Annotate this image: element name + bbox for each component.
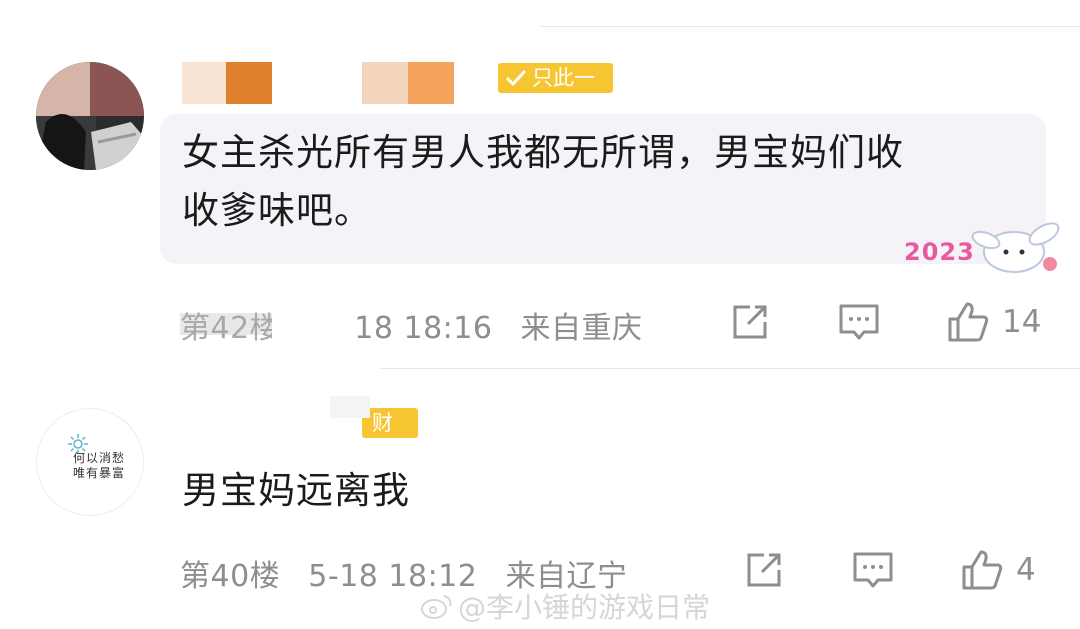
- username-mosaic: [330, 396, 370, 418]
- comment-meta: 第42楼 18 18:16 来自重庆: [180, 303, 643, 347]
- avatar[interactable]: 何以消愁 唯有暴富: [36, 408, 144, 516]
- like-button[interactable]: 14: [946, 300, 1041, 344]
- timestamp: 18 18:16: [354, 311, 493, 346]
- like-icon: [948, 302, 989, 342]
- username-mosaic[interactable]: [182, 62, 454, 104]
- floor-number: 第42楼: [180, 311, 281, 346]
- share-icon: [733, 305, 767, 339]
- like-count: 14: [1002, 304, 1042, 340]
- watermark: @李小锤的游戏日常: [420, 586, 710, 626]
- date-mosaic: [272, 300, 342, 346]
- top-divider: [540, 26, 1080, 27]
- badge-label: 只此一人: [532, 66, 595, 120]
- avatar-text-line: 唯有暴富: [73, 466, 126, 480]
- fan-badge[interactable]: 财迷: [362, 408, 418, 465]
- avatar-image: [36, 62, 144, 170]
- bunny-icon: [971, 222, 1060, 273]
- comment-text-line: 收爹味吧。: [182, 189, 372, 232]
- share-button[interactable]: [730, 302, 770, 342]
- comment-text: 男宝妈远离我: [182, 469, 410, 512]
- sticker-2023: 2023: [900, 214, 1065, 276]
- like-count: 4: [1016, 552, 1036, 588]
- avatar-text-line: 何以消愁: [73, 451, 126, 465]
- floor-number: 第40楼: [180, 559, 281, 594]
- fan-badge[interactable]: 只此一人: [498, 63, 613, 120]
- watermark-text: @李小锤的游戏日常: [458, 591, 711, 624]
- comment-divider: [380, 368, 1080, 369]
- avatar[interactable]: [36, 62, 144, 170]
- badge-label: 财迷: [372, 411, 393, 465]
- reply-button[interactable]: [852, 550, 894, 590]
- comment-icon: [853, 552, 893, 588]
- location: 来自重庆: [520, 311, 643, 346]
- verified-icon: [505, 69, 527, 87]
- share-button[interactable]: [744, 550, 784, 590]
- share-icon: [747, 553, 781, 587]
- like-button[interactable]: 4: [960, 548, 1036, 592]
- comment-text: 女主杀光所有男人我都无所谓，男宝妈们收 收爹味吧。: [182, 124, 1022, 240]
- like-icon: [962, 550, 1003, 590]
- avatar-text: 何以消愁 唯有暴富: [73, 451, 125, 481]
- weibo-icon: [421, 595, 452, 619]
- reply-button[interactable]: [838, 302, 880, 342]
- comment-text-line: 女主杀光所有男人我都无所谓，男宝妈们收: [182, 131, 904, 174]
- comment-icon: [839, 304, 879, 340]
